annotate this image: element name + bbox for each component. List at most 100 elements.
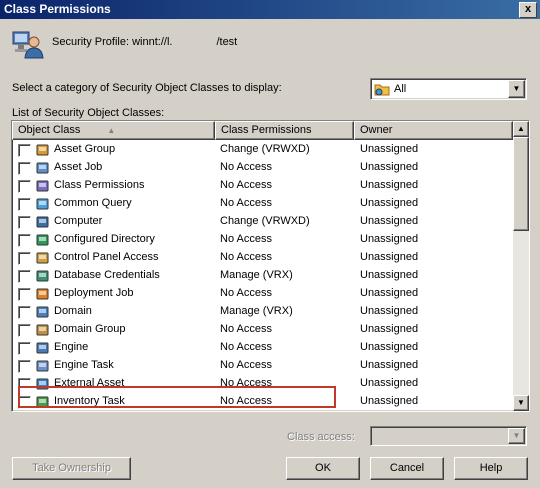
close-icon: x	[524, 3, 532, 15]
table-row[interactable]: Class Permissions No Access Unassigned	[12, 177, 512, 195]
close-button[interactable]: x	[519, 2, 537, 18]
object-class-cell: Asset Group	[54, 143, 116, 155]
ok-button[interactable]: OK	[286, 457, 360, 480]
table-row[interactable]: Engine Task No Access Unassigned	[12, 357, 512, 375]
class-permissions-cell: No Access	[220, 341, 272, 353]
deployment-job-icon	[35, 286, 51, 302]
profile-line: Security Profile: winnt://l. /test	[52, 36, 237, 48]
owner-cell: Unassigned	[360, 143, 419, 155]
chevron-down-icon[interactable]: ▼	[508, 80, 525, 98]
class-permissions-cell: No Access	[220, 197, 272, 209]
control-panel-icon	[35, 250, 51, 266]
object-class-cell: Domain Group	[54, 323, 126, 335]
asset-group-icon	[35, 142, 51, 158]
security-profile-icon	[12, 28, 44, 60]
row-checkbox[interactable]	[18, 162, 31, 175]
object-class-cell: Domain	[54, 305, 92, 317]
class-permissions-cell: Change (VRWXD)	[220, 215, 310, 227]
owner-cell: Unassigned	[360, 251, 419, 263]
object-class-cell: Configured Directory	[54, 233, 155, 245]
scroll-up-icon[interactable]: ▲	[513, 121, 529, 137]
class-permissions-cell: Change (VRWXD)	[220, 143, 310, 155]
owner-cell: Unassigned	[360, 341, 419, 353]
table-row[interactable]: Control Panel Access No Access Unassigned	[12, 249, 512, 267]
scroll-thumb[interactable]	[513, 137, 529, 231]
column-header-owner[interactable]: Owner	[354, 121, 513, 140]
row-checkbox[interactable]	[18, 342, 31, 355]
class-permissions-cell: No Access	[220, 359, 272, 371]
class-permissions-cell: No Access	[220, 161, 272, 173]
owner-cell: Unassigned	[360, 161, 419, 173]
owner-cell: Unassigned	[360, 233, 419, 245]
folder-icon	[374, 81, 390, 97]
table-row[interactable]: Common Query No Access Unassigned	[12, 195, 512, 213]
row-checkbox[interactable]	[18, 360, 31, 373]
class-permissions-cell: Manage (VRX)	[220, 305, 293, 317]
list-label: List of Security Object Classes:	[12, 107, 165, 119]
object-class-cell: Deployment Job	[54, 287, 134, 299]
owner-cell: Unassigned	[360, 215, 419, 227]
row-checkbox[interactable]	[18, 270, 31, 283]
owner-cell: Unassigned	[360, 395, 419, 407]
row-checkbox[interactable]	[18, 216, 31, 229]
class-access-select[interactable]: ▼	[370, 426, 527, 446]
owner-cell: Unassigned	[360, 323, 419, 335]
class-permissions-cell: No Access	[220, 251, 272, 263]
category-label: Select a category of Security Object Cla…	[12, 82, 282, 94]
class-permissions-cell: No Access	[220, 233, 272, 245]
column-header-class-permissions[interactable]: Class Permissions	[215, 121, 354, 140]
object-class-cell: Control Panel Access	[54, 251, 159, 263]
vertical-scrollbar[interactable]: ▲ ▼	[513, 121, 529, 411]
owner-cell: Unassigned	[360, 269, 419, 281]
table-row[interactable]: Database Credentials Manage (VRX) Unassign…	[12, 267, 512, 285]
cancel-button[interactable]: Cancel	[370, 457, 444, 480]
row-highlight-box	[18, 386, 336, 408]
asset-job-icon	[35, 160, 51, 176]
row-checkbox[interactable]	[18, 288, 31, 301]
table-row[interactable]: Deployment Job No Access Unassigned	[12, 285, 512, 303]
help-button[interactable]: Help	[454, 457, 528, 480]
table-row[interactable]: Asset Job No Access Unassigned	[12, 159, 512, 177]
engine-icon	[35, 340, 51, 356]
table-row[interactable]: Engine No Access Unassigned	[12, 339, 512, 357]
row-checkbox[interactable]	[18, 324, 31, 337]
domain-group-icon	[35, 322, 51, 338]
row-checkbox[interactable]	[18, 234, 31, 247]
owner-cell: Unassigned	[360, 179, 419, 191]
row-checkbox[interactable]	[18, 198, 31, 211]
sort-up-icon: ▲	[107, 126, 116, 135]
object-class-cell: Common Query	[54, 197, 132, 209]
table-row[interactable]: Domain Group No Access Unassigned	[12, 321, 512, 339]
owner-cell: Unassigned	[360, 305, 419, 317]
common-query-icon	[35, 196, 51, 212]
class-permissions-cell: No Access	[220, 287, 272, 299]
table-row[interactable]: Configured Directory No Access Unassigned	[12, 231, 512, 249]
scroll-down-icon[interactable]: ▼	[513, 395, 529, 411]
table-row[interactable]: Domain Manage (VRX) Unassigned	[12, 303, 512, 321]
row-checkbox[interactable]	[18, 180, 31, 193]
owner-cell: Unassigned	[360, 359, 419, 371]
class-permissions-cell: No Access	[220, 179, 272, 191]
object-class-cell: Database Credentials	[54, 269, 160, 281]
table-row[interactable]: Asset Group Change (VRWXD) Unassigned	[12, 141, 512, 159]
owner-cell: Unassigned	[360, 287, 419, 299]
object-class-cell: Computer	[54, 215, 103, 227]
class-access-label: Class access:	[287, 431, 355, 443]
column-header-object-class[interactable]: Object Class ▲	[12, 121, 215, 140]
object-class-list[interactable]: Object Class ▲ Class Permissions Owner As…	[11, 120, 530, 412]
class-access-chevron-icon[interactable]: ▼	[508, 428, 525, 444]
class-permissions-cell: Manage (VRX)	[220, 269, 293, 281]
class-permissions-cell: No Access	[220, 323, 272, 335]
row-checkbox[interactable]	[18, 144, 31, 157]
class-permissions-icon	[35, 178, 51, 194]
take-ownership-button[interactable]: Take Ownership	[12, 457, 131, 480]
configured-directory-icon	[35, 232, 51, 248]
owner-cell: Unassigned	[360, 377, 419, 389]
row-checkbox[interactable]	[18, 306, 31, 319]
object-class-cell: Class Permissions	[54, 179, 145, 191]
row-checkbox[interactable]	[18, 252, 31, 265]
profile-value: winnt://l.	[132, 36, 173, 48]
table-row[interactable]: Computer Change (VRWXD) Unassigned	[12, 213, 512, 231]
category-select[interactable]: All ▼	[370, 78, 527, 100]
owner-cell: Unassigned	[360, 197, 419, 209]
